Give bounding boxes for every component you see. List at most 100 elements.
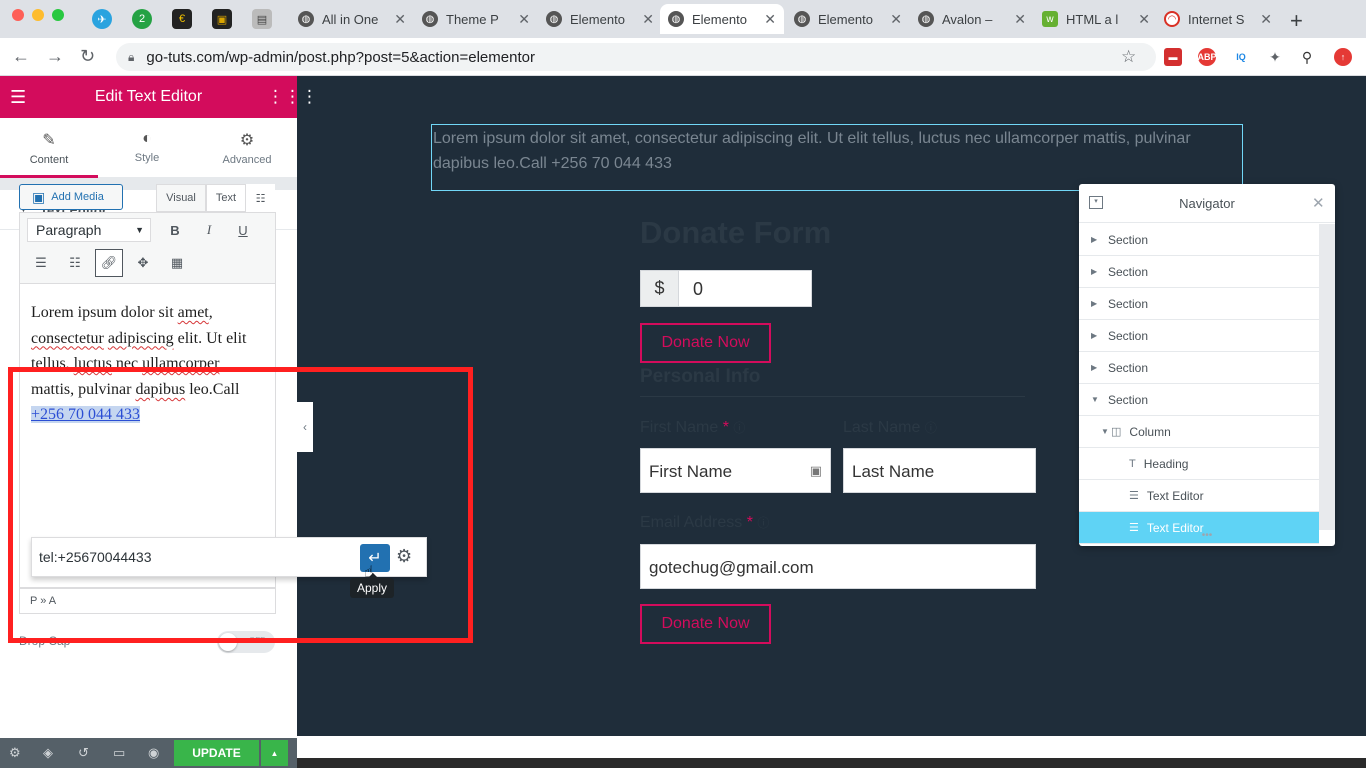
bullet-list-icon[interactable]: ☰: [27, 249, 55, 277]
paragraph-format-select[interactable]: Paragraph ▼: [27, 218, 151, 242]
first-name-label-text: First Name: [640, 419, 719, 436]
navigator-item-section[interactable]: ▼ Section: [1079, 384, 1319, 416]
link-icon[interactable]: 🔗︎: [95, 249, 123, 277]
selected-phone-link[interactable]: +256 70 044 433: [31, 406, 141, 424]
adblock-icon[interactable]: ABP: [1198, 48, 1217, 66]
close-tab-icon[interactable]: ✕: [518, 11, 530, 28]
navigator-item-text-editor[interactable]: ☰ Text Editor: [1079, 480, 1319, 512]
close-icon[interactable]: ✕: [1312, 194, 1325, 212]
tab-visual[interactable]: Visual: [156, 184, 206, 212]
history-icon[interactable]: ↺: [78, 745, 89, 761]
navigator-item-section[interactable]: ▶ Section: [1079, 224, 1319, 256]
navigator-item-label: Section: [1108, 264, 1149, 279]
extension-icon[interactable]: ↑: [1334, 48, 1352, 66]
navigator-item-section[interactable]: ▶ Section: [1079, 320, 1319, 352]
caret-down-icon[interactable]: ▼: [1091, 395, 1101, 404]
address-bar[interactable]: 🔒︎ go-tuts.com/wp-admin/post.php?post=5&…: [116, 43, 1156, 71]
pinned-tab-badge-icon[interactable]: 2: [132, 9, 152, 29]
navigator-item-heading[interactable]: T Heading: [1079, 448, 1319, 480]
last-name-input[interactable]: Last Name: [843, 448, 1036, 493]
update-button[interactable]: UPDATE: [174, 740, 259, 766]
underline-button[interactable]: U: [229, 216, 257, 244]
telegram-pinned-tab-icon[interactable]: ✈: [92, 9, 112, 29]
donation-amount-field[interactable]: $ 0: [640, 270, 812, 307]
widgets-grid-icon[interactable]: ⋮⋮⋮: [267, 87, 318, 107]
browser-tab[interactable]: ◍ Theme P ✕: [414, 4, 538, 34]
first-name-input[interactable]: First Name ▣: [640, 448, 831, 493]
pinned-badge-count: 2: [138, 13, 146, 25]
close-window-button[interactable]: [12, 9, 24, 21]
caret-right-icon[interactable]: ▶: [1091, 363, 1101, 372]
tab-style[interactable]: ◐ Style: [98, 118, 196, 178]
caret-right-icon[interactable]: ▶: [1091, 235, 1101, 244]
database-icon[interactable]: ☷: [246, 184, 275, 212]
close-tab-icon[interactable]: ✕: [764, 11, 776, 28]
toolbar-toggle-icon[interactable]: ▦: [163, 249, 191, 277]
reload-icon[interactable]: ↻: [80, 46, 95, 67]
close-tab-icon[interactable]: ✕: [642, 11, 654, 28]
caret-down-icon[interactable]: ▼: [1101, 427, 1111, 436]
heading-icon: T: [1129, 457, 1136, 470]
browser-tab[interactable]: ◠ Internet S ✕: [1156, 4, 1280, 34]
italic-button[interactable]: I: [195, 216, 223, 244]
bookmark-star-icon[interactable]: ☆: [1121, 47, 1136, 67]
email-input[interactable]: gotechug@gmail.com: [640, 544, 1036, 589]
navigator-layers-icon[interactable]: ◈: [43, 745, 53, 761]
caret-right-icon[interactable]: ▶: [1091, 299, 1101, 308]
browser-tab[interactable]: ◍ Elemento ✕: [538, 4, 662, 34]
divider: [640, 396, 1025, 397]
navigator-item-section[interactable]: ▶ Section: [1079, 288, 1319, 320]
drop-cap-toggle[interactable]: OFF: [217, 631, 275, 653]
collapse-panel-chevron-icon[interactable]: ‹: [297, 402, 313, 452]
editor-content[interactable]: Lorem ipsum dolor sit amet, consectetur …: [31, 300, 263, 428]
pinned-tab-icon[interactable]: ▣: [212, 9, 232, 29]
forward-arrow-icon[interactable]: →: [46, 46, 64, 67]
iq-extension-icon[interactable]: IQ: [1232, 48, 1250, 66]
add-media-button[interactable]: ▣ Add Media: [19, 184, 123, 210]
browser-tab[interactable]: ◍ Elemento ✕: [786, 4, 910, 34]
tab-content[interactable]: ✎ Content: [0, 118, 98, 178]
resize-handle-icon[interactable]: •••: [1079, 530, 1335, 546]
extension-icon[interactable]: ⚲: [1298, 48, 1316, 66]
update-options-caret-icon[interactable]: ▲: [261, 740, 288, 766]
browser-tab-bar: ✈ 2 € ▣ ▤ ◍ All in One ✕ ◍ Theme P ✕ ◍ E…: [0, 0, 1366, 38]
navigator-item-section[interactable]: ▶ Section: [1079, 256, 1319, 288]
numbered-list-icon[interactable]: ☷: [61, 249, 89, 277]
browser-tab[interactable]: ◍ All in One ✕: [290, 4, 414, 34]
caret-right-icon[interactable]: ▶: [1091, 331, 1101, 340]
donate-now-button[interactable]: Donate Now: [640, 323, 771, 363]
bold-button[interactable]: B: [161, 216, 189, 244]
close-tab-icon[interactable]: ✕: [1138, 11, 1150, 28]
link-url-input[interactable]: tel:+25670044433: [33, 540, 355, 574]
caret-right-icon[interactable]: ▶: [1091, 267, 1101, 276]
extension-icon[interactable]: ▬: [1164, 48, 1182, 66]
navigator-item-section[interactable]: ▶ Section: [1079, 352, 1319, 384]
preview-eye-icon[interactable]: ◉: [148, 745, 159, 761]
close-tab-icon[interactable]: ✕: [890, 11, 902, 28]
navigator-item-label: Section: [1108, 232, 1149, 247]
link-options-gear-icon[interactable]: ⚙: [396, 546, 412, 567]
new-tab-button[interactable]: +: [1290, 8, 1303, 34]
navigator-item-column[interactable]: ▼ ◫ Column: [1079, 416, 1319, 448]
w3schools-icon: w: [1042, 11, 1058, 27]
donate-now-button[interactable]: Donate Now: [640, 604, 771, 644]
tab-advanced[interactable]: ⚙ Advanced: [198, 118, 296, 178]
pinned-tab-icon[interactable]: ▤: [252, 9, 272, 29]
close-tab-icon[interactable]: ✕: [1260, 11, 1272, 28]
puzzle-extensions-icon[interactable]: ✦: [1266, 48, 1284, 66]
browser-tab-active[interactable]: ◍ Elemento ✕: [660, 4, 784, 34]
close-tab-icon[interactable]: ✕: [394, 11, 406, 28]
tab-text[interactable]: Text: [206, 184, 246, 212]
fullscreen-icon[interactable]: ✥: [129, 249, 157, 277]
moneybird-pinned-tab-icon[interactable]: €: [172, 9, 192, 29]
navigator-scrollbar[interactable]: [1319, 224, 1335, 530]
browser-tab[interactable]: ◍ Avalon – ✕: [910, 4, 1034, 34]
text-editor-widget-preview[interactable]: Lorem ipsum dolor sit amet, consectetur …: [431, 124, 1243, 191]
maximize-window-button[interactable]: [52, 9, 64, 21]
browser-tab[interactable]: w HTML a l ✕: [1034, 4, 1158, 34]
settings-gear-icon[interactable]: ⚙: [9, 745, 21, 761]
back-arrow-icon[interactable]: ←: [12, 46, 30, 67]
responsive-mode-icon[interactable]: ▭: [113, 745, 125, 761]
close-tab-icon[interactable]: ✕: [1014, 11, 1026, 28]
minimize-window-button[interactable]: [32, 9, 44, 21]
